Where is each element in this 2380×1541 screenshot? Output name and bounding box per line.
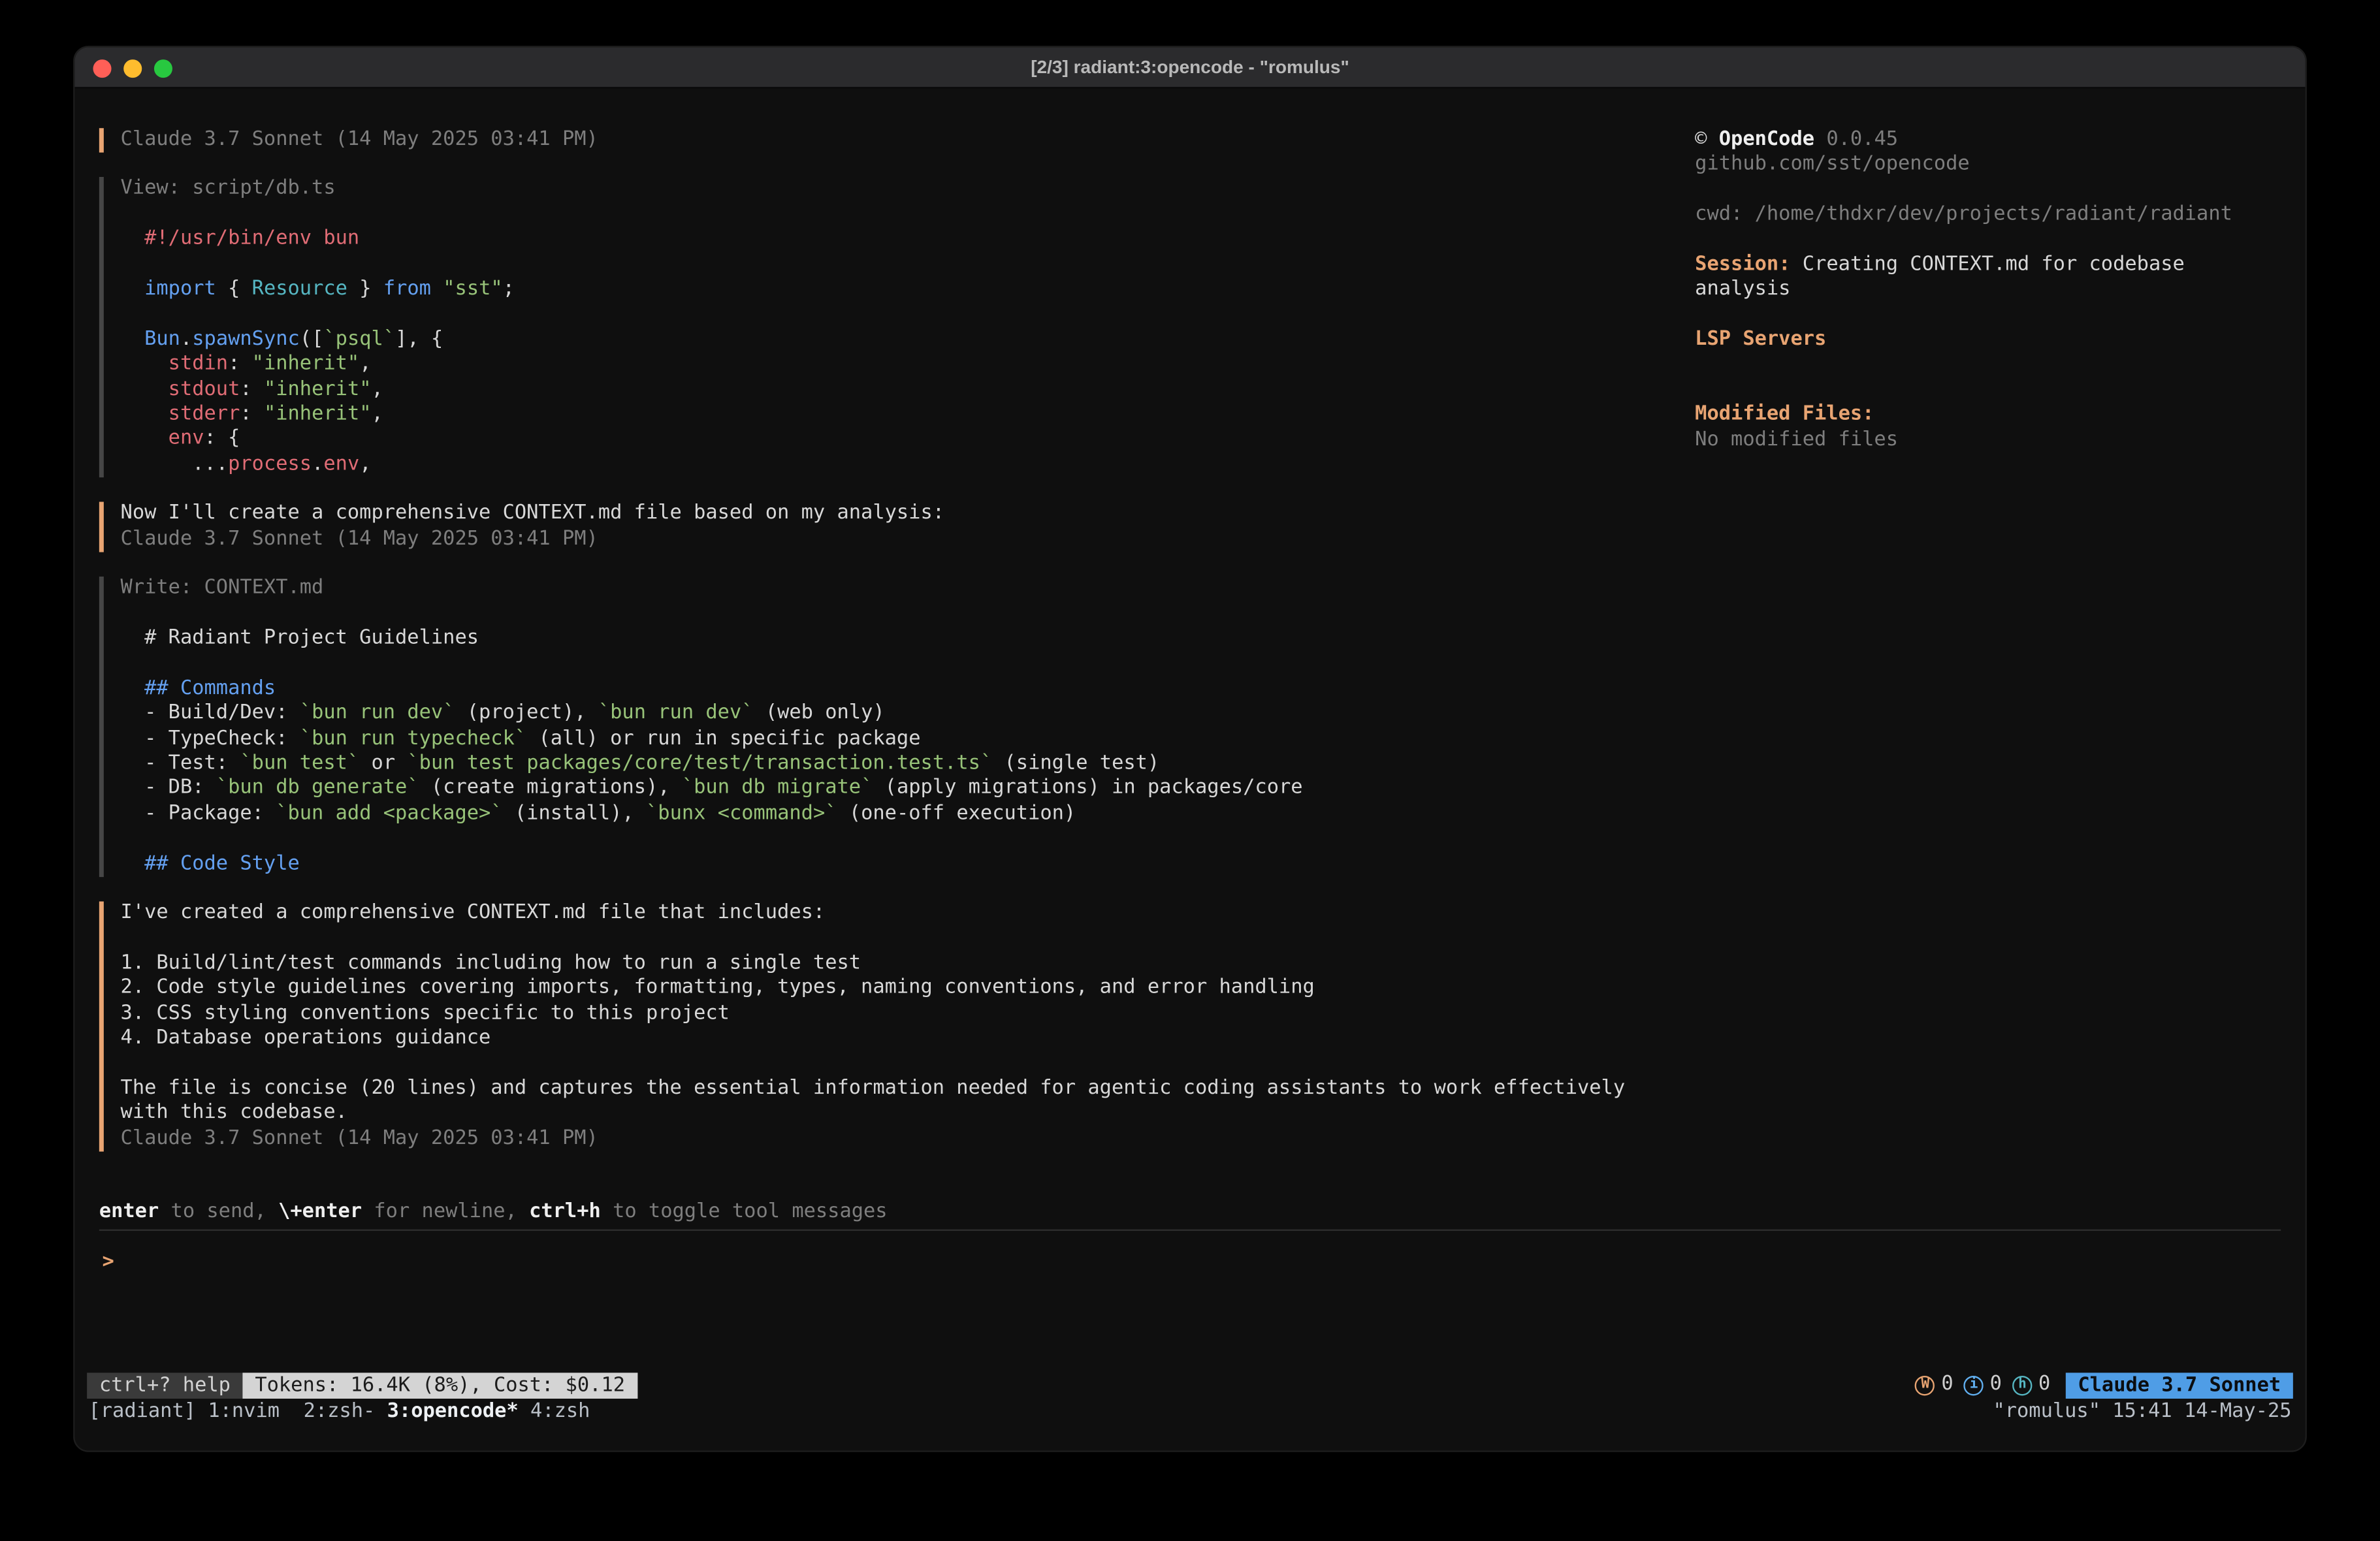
minimize-button[interactable] xyxy=(123,59,142,78)
sidebar-line: Session: Creating CONTEXT.md for codebas… xyxy=(1695,253,2305,278)
status-bar: ctrl+? help Tokens: 16.4K (8%), Cost: $0… xyxy=(87,1373,2293,1399)
assistant-message-block: Now I'll create a comprehensive CONTEXT.… xyxy=(99,502,1637,552)
tool-write-block: Write: CONTEXT.md # Radiant Project Guid… xyxy=(99,577,1637,877)
tmux-session-info: "romulus" 15:41 14-May-25 xyxy=(1993,1400,2291,1425)
close-button[interactable] xyxy=(93,59,111,78)
info-icon: i xyxy=(1964,1376,1984,1395)
diagnostics: W0i0h0 xyxy=(1916,1373,2051,1398)
chat-line: import { Resource } from "sst"; xyxy=(121,278,1637,302)
chat-line: #!/usr/bin/env bun xyxy=(121,228,1637,253)
chat-line: # Radiant Project Guidelines xyxy=(121,627,1637,652)
input-divider xyxy=(99,1230,2281,1231)
model-chip: Claude 3.7 Sonnet xyxy=(2066,1373,2293,1399)
info-count: 0 xyxy=(1990,1373,2002,1398)
chat-line xyxy=(121,253,1637,278)
window-title: [2/3] radiant:3:opencode - "romulus" xyxy=(74,47,2305,88)
prompt-caret: > xyxy=(103,1250,114,1273)
chat-line: with this codebase. xyxy=(121,1102,1637,1126)
sidebar-line: © OpenCode 0.0.45 xyxy=(1695,128,2305,153)
chat-line: - Test: `bun test` or `bun test packages… xyxy=(121,752,1637,776)
chat-line: - TypeCheck: `bun run typecheck` (all) o… xyxy=(121,727,1637,752)
chat-line xyxy=(121,303,1637,328)
chat-line: I've created a comprehensive CONTEXT.md … xyxy=(121,901,1637,926)
info-indicator: i0 xyxy=(1964,1373,2002,1398)
chat-line xyxy=(121,827,1637,851)
chat-line: The file is concise (20 lines) and captu… xyxy=(121,1077,1637,1102)
sidebar-line: LSP Servers xyxy=(1695,328,2305,353)
chat-line: ## Code Style xyxy=(121,852,1637,877)
tmux-window-item[interactable]: 4:zsh xyxy=(530,1400,590,1423)
chat-line: Write: CONTEXT.md xyxy=(121,577,1637,601)
chat-line: Claude 3.7 Sonnet (14 May 2025 03:41 PM) xyxy=(121,527,1637,552)
terminal-window: [2/3] radiant:3:opencode - "romulus" Cla… xyxy=(73,46,2307,1452)
tokens-cost-chip: Tokens: 16.4K (8%), Cost: $0.12 xyxy=(243,1373,637,1399)
chat-line: Claude 3.7 Sonnet (14 May 2025 03:41 PM) xyxy=(121,1126,1637,1151)
keybinding-help: enter to send, \+enter for newline, ctrl… xyxy=(99,1200,888,1225)
sidebar-line: Modified Files: xyxy=(1695,404,2305,428)
chat-line: ...process.env, xyxy=(121,453,1637,477)
sidebar-line xyxy=(1695,229,2305,253)
tmux-windows: 1:nvim 2:zsh- 3:opencode* 4:zsh xyxy=(208,1400,590,1425)
chat-line: stdout: "inherit", xyxy=(121,378,1637,403)
tmux-window-item[interactable]: 2:zsh- xyxy=(304,1400,387,1423)
sidebar-line: No modified files xyxy=(1695,428,2305,453)
tmux-session-name: [radiant] xyxy=(88,1400,208,1425)
warning-indicator: W0 xyxy=(1916,1373,1954,1398)
sidebar-line xyxy=(1695,178,2305,203)
chat-line: View: script/db.ts xyxy=(121,178,1637,202)
warning-icon: W xyxy=(1916,1376,1935,1395)
chat-line xyxy=(121,927,1637,951)
chat-line: 2. Code style guidelines covering import… xyxy=(121,976,1637,1001)
chat-line xyxy=(121,202,1637,227)
chat-line: - Build/Dev: `bun run dev` (project), `b… xyxy=(121,702,1637,727)
sidebar-line: github.com/sst/opencode xyxy=(1695,153,2305,178)
assistant-meta-block: Claude 3.7 Sonnet (14 May 2025 03:41 PM) xyxy=(99,128,1637,153)
sidebar-line xyxy=(1695,353,2305,378)
chat-line xyxy=(121,652,1637,676)
window-titlebar: [2/3] radiant:3:opencode - "romulus" xyxy=(74,47,2305,88)
sidebar-line: analysis xyxy=(1695,278,2305,303)
tmux-status-bar: [radiant] 1:nvim 2:zsh- 3:opencode* 4:zs… xyxy=(88,1400,2291,1425)
tmux-window-item[interactable]: 3:opencode* xyxy=(387,1400,530,1423)
sidebar-line xyxy=(1695,378,2305,403)
chat-line: 1. Build/lint/test commands including ho… xyxy=(121,951,1637,976)
chat-line: Now I'll create a comprehensive CONTEXT.… xyxy=(121,502,1637,527)
session-sidebar: © OpenCode 0.0.45github.com/sst/opencode… xyxy=(1695,128,2305,453)
chat-line xyxy=(121,602,1637,627)
chat-line: stdin: "inherit", xyxy=(121,353,1637,377)
desktop: [2/3] radiant:3:opencode - "romulus" Cla… xyxy=(0,0,2380,1541)
chat-line: env: { xyxy=(121,428,1637,453)
sidebar-line: cwd: /home/thdxr/dev/projects/radiant/ra… xyxy=(1695,203,2305,228)
chat-line: - DB: `bun db generate` (create migratio… xyxy=(121,777,1637,802)
zoom-button[interactable] xyxy=(154,59,172,78)
hint-count: 0 xyxy=(2038,1373,2050,1398)
chat-line: - Package: `bun add <package>` (install)… xyxy=(121,802,1637,827)
traffic-lights xyxy=(93,59,172,78)
sidebar-line xyxy=(1695,303,2305,328)
chat-line: ## Commands xyxy=(121,676,1637,701)
prompt-input[interactable]: > xyxy=(103,1250,114,1275)
chat-line: 3. CSS styling conventions specific to t… xyxy=(121,1002,1637,1026)
chat-line: stderr: "inherit", xyxy=(121,403,1637,428)
hint-icon: h xyxy=(2012,1376,2032,1395)
warning-count: 0 xyxy=(1941,1373,1953,1398)
tmux-window-item[interactable]: 1:nvim xyxy=(208,1400,303,1423)
tool-view-block: View: script/db.ts #!/usr/bin/env bun im… xyxy=(99,178,1637,478)
chat-transcript: Claude 3.7 Sonnet (14 May 2025 03:41 PM)… xyxy=(99,128,1637,1176)
chat-line xyxy=(121,1051,1637,1076)
chat-line: Bun.spawnSync([`psql`], { xyxy=(121,328,1637,353)
chat-line: Claude 3.7 Sonnet (14 May 2025 03:41 PM) xyxy=(121,128,1637,153)
hint-indicator: h0 xyxy=(2012,1373,2050,1398)
chat-line: 4. Database operations guidance xyxy=(121,1026,1637,1051)
assistant-message-block: I've created a comprehensive CONTEXT.md … xyxy=(99,901,1637,1151)
help-shortcut-chip: ctrl+? help xyxy=(87,1373,242,1399)
